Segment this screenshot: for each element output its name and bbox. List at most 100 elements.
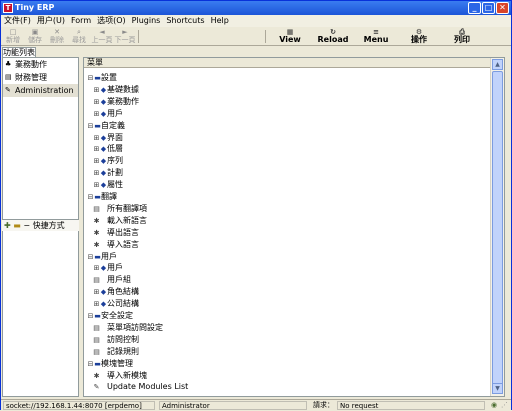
tree-row[interactable]: ⊟▬設置 xyxy=(87,72,117,84)
find-icon: ⌕ xyxy=(77,28,81,36)
toolbar-view-button[interactable]: ▦ View xyxy=(270,28,310,45)
expand-icon[interactable]: ⊞ xyxy=(93,298,100,310)
menu-item-5[interactable]: Shortcuts xyxy=(163,15,207,27)
menu-item-6[interactable]: Help xyxy=(208,15,232,27)
tree-row[interactable]: ⊟▬用戶 xyxy=(87,251,117,263)
minimize-button[interactable]: _ xyxy=(468,2,481,14)
toolbar-menu-button[interactable]: ≡ Menu xyxy=(356,28,396,45)
list-icon[interactable]: ▤ xyxy=(93,274,100,286)
tree-row[interactable]: ✱ 導入新模塊 xyxy=(93,370,147,382)
collapse-icon[interactable]: ⊟ xyxy=(87,310,94,322)
toolbar-next-button[interactable]: ► 下一頁 xyxy=(114,28,136,45)
tree-row[interactable]: ⊞◆序列 xyxy=(93,155,123,167)
collapse-icon[interactable]: ⊟ xyxy=(87,72,94,84)
tab-function-list[interactable]: 功能列表 xyxy=(2,47,36,57)
toolbar-previous-button[interactable]: ◄ 上一頁 xyxy=(91,28,113,45)
gear-icon[interactable]: ✱ xyxy=(93,227,100,239)
tree-row[interactable]: ⊞◆公司結構 xyxy=(93,298,139,310)
tree-row[interactable]: ▤ 用戶組 xyxy=(93,274,131,286)
folder-icon[interactable]: ▬ xyxy=(13,221,21,230)
scroll-down-arrow-icon[interactable]: ▼ xyxy=(492,383,503,394)
list-icon[interactable]: ▤ xyxy=(93,334,100,346)
menu-item-2[interactable]: Form xyxy=(68,15,94,27)
function-item[interactable]: ♣ 業務動作 xyxy=(3,58,78,71)
tree-row[interactable]: ✱ 導入語言 xyxy=(93,239,139,251)
tree-row-label: 導入新模塊 xyxy=(107,370,147,380)
tree-row[interactable]: ⊞◆角色結構 xyxy=(93,286,139,298)
scrollbar-thumb[interactable] xyxy=(492,71,503,391)
tree-row[interactable]: ⊟▬翻譯 xyxy=(87,191,117,203)
tab-strip: 功能列表 xyxy=(1,46,511,57)
expand-icon[interactable]: ⊞ xyxy=(93,179,100,191)
remove-shortcut-icon[interactable]: − xyxy=(23,221,30,230)
toolbar-action-button[interactable]: ⚙ 操作 xyxy=(399,28,439,45)
expand-icon[interactable]: ⊞ xyxy=(93,108,100,120)
gear-icon[interactable]: ✱ xyxy=(93,239,100,251)
tree-row-label: 業務動作 xyxy=(107,96,139,106)
resize-grip-icon[interactable]: ⋰ xyxy=(501,400,508,411)
menu-item-1[interactable]: 用户(U) xyxy=(34,15,68,27)
function-item[interactable]: ✎ Administration xyxy=(3,84,78,97)
toolbar-label: 列印 xyxy=(454,35,470,44)
expand-icon[interactable]: ⊞ xyxy=(93,143,100,155)
toolbar-new-button[interactable]: □ 新增 xyxy=(3,28,23,45)
expand-icon[interactable]: ⊞ xyxy=(93,262,100,274)
expand-icon[interactable]: ⊞ xyxy=(93,286,100,298)
sales-icon: ♣ xyxy=(5,60,12,68)
expand-icon[interactable]: ⊞ xyxy=(93,167,100,179)
tree-row[interactable]: ✎ Update Modules List xyxy=(93,381,189,393)
function-item[interactable]: ▤ 財務管理 xyxy=(3,71,78,84)
tree-row[interactable]: ⊞◆界面 xyxy=(93,132,123,144)
tree-row[interactable]: ▤ 菜單項訪問設定 xyxy=(93,322,163,334)
tree-row[interactable]: ⊞◆屬性 xyxy=(93,179,123,191)
tree-row[interactable]: ✱ 載入新語言 xyxy=(93,215,147,227)
vertical-scrollbar[interactable]: ▲ ▼ xyxy=(490,58,504,396)
collapse-icon[interactable]: ⊟ xyxy=(87,251,94,263)
expand-icon[interactable]: ⊞ xyxy=(93,155,100,167)
add-shortcut-icon[interactable]: ✚ xyxy=(4,221,11,230)
tree-row[interactable]: ▤ 記錄規則 xyxy=(93,346,139,358)
toolbar-find-button[interactable]: ⌕ 尋找 xyxy=(69,28,89,45)
gear-icon[interactable]: ✱ xyxy=(93,370,100,382)
list-icon[interactable]: ▤ xyxy=(93,346,100,358)
tree-row-label: Update Modules List xyxy=(107,382,189,392)
tree-row-label: 用戶組 xyxy=(107,275,131,285)
menu-folder-icon: ◆ xyxy=(100,169,107,178)
tree-row[interactable]: ⊞◆用戶 xyxy=(93,262,123,274)
tree-row[interactable]: ▤ 訪問控制 xyxy=(93,334,139,346)
scroll-up-arrow-icon[interactable]: ▲ xyxy=(492,59,503,70)
toolbar-save-button[interactable]: ▣ 儲存 xyxy=(25,28,45,45)
tree-row[interactable]: ⊟▬安全設定 xyxy=(87,310,133,322)
collapse-icon[interactable]: ⊟ xyxy=(87,120,94,132)
menu-item-3[interactable]: 选项(O) xyxy=(94,15,129,27)
toolbar-reload-button[interactable]: ↻ Reload xyxy=(313,28,353,45)
tree-row[interactable]: ⊞◆低層 xyxy=(93,143,123,155)
list-icon[interactable]: ▤ xyxy=(93,322,100,334)
menu-item-0[interactable]: 文件(F) xyxy=(1,15,34,27)
maximize-button[interactable]: □ xyxy=(482,2,495,14)
expand-icon[interactable]: ⊞ xyxy=(93,96,100,108)
menu-item-4[interactable]: Plugins xyxy=(129,15,164,27)
tree-row[interactable]: ▤ 所有翻譯項 xyxy=(93,203,147,215)
wand-icon[interactable]: ✎ xyxy=(93,381,100,393)
list-icon[interactable]: ▤ xyxy=(93,203,100,215)
collapse-icon[interactable]: ⊟ xyxy=(87,358,94,370)
tree-row[interactable]: ✱ 導出語言 xyxy=(93,227,139,239)
expand-icon[interactable]: ⊞ xyxy=(93,84,100,96)
collapse-icon[interactable]: ⊟ xyxy=(87,191,94,203)
title-bar[interactable]: T Tiny ERP _ □ ✕ xyxy=(1,1,511,15)
tree-row[interactable]: ⊞◆基礎數據 xyxy=(93,84,139,96)
toolbar-delete-button[interactable]: ✕ 刪除 xyxy=(47,28,67,45)
tree-row[interactable]: ⊟▬自定義 xyxy=(87,120,125,132)
shortcuts-header[interactable]: ✚ ▬ − 快捷方式 xyxy=(2,219,79,231)
close-button[interactable]: ✕ xyxy=(496,2,509,14)
tree-row[interactable]: ⊞◆用戶 xyxy=(93,108,123,120)
tree-row[interactable]: ⊞◆業務動作 xyxy=(93,96,139,108)
tree-column-header[interactable]: 菜單 xyxy=(84,58,490,68)
delete-icon: ✕ xyxy=(54,28,60,36)
tree-row[interactable]: ⊟▬模塊管理 xyxy=(87,358,133,370)
expand-icon[interactable]: ⊞ xyxy=(93,132,100,144)
gear-icon[interactable]: ✱ xyxy=(93,215,100,227)
tree-row[interactable]: ⊞◆計劃 xyxy=(93,167,123,179)
toolbar-print-button[interactable]: ⎙ 列印 xyxy=(442,28,482,45)
